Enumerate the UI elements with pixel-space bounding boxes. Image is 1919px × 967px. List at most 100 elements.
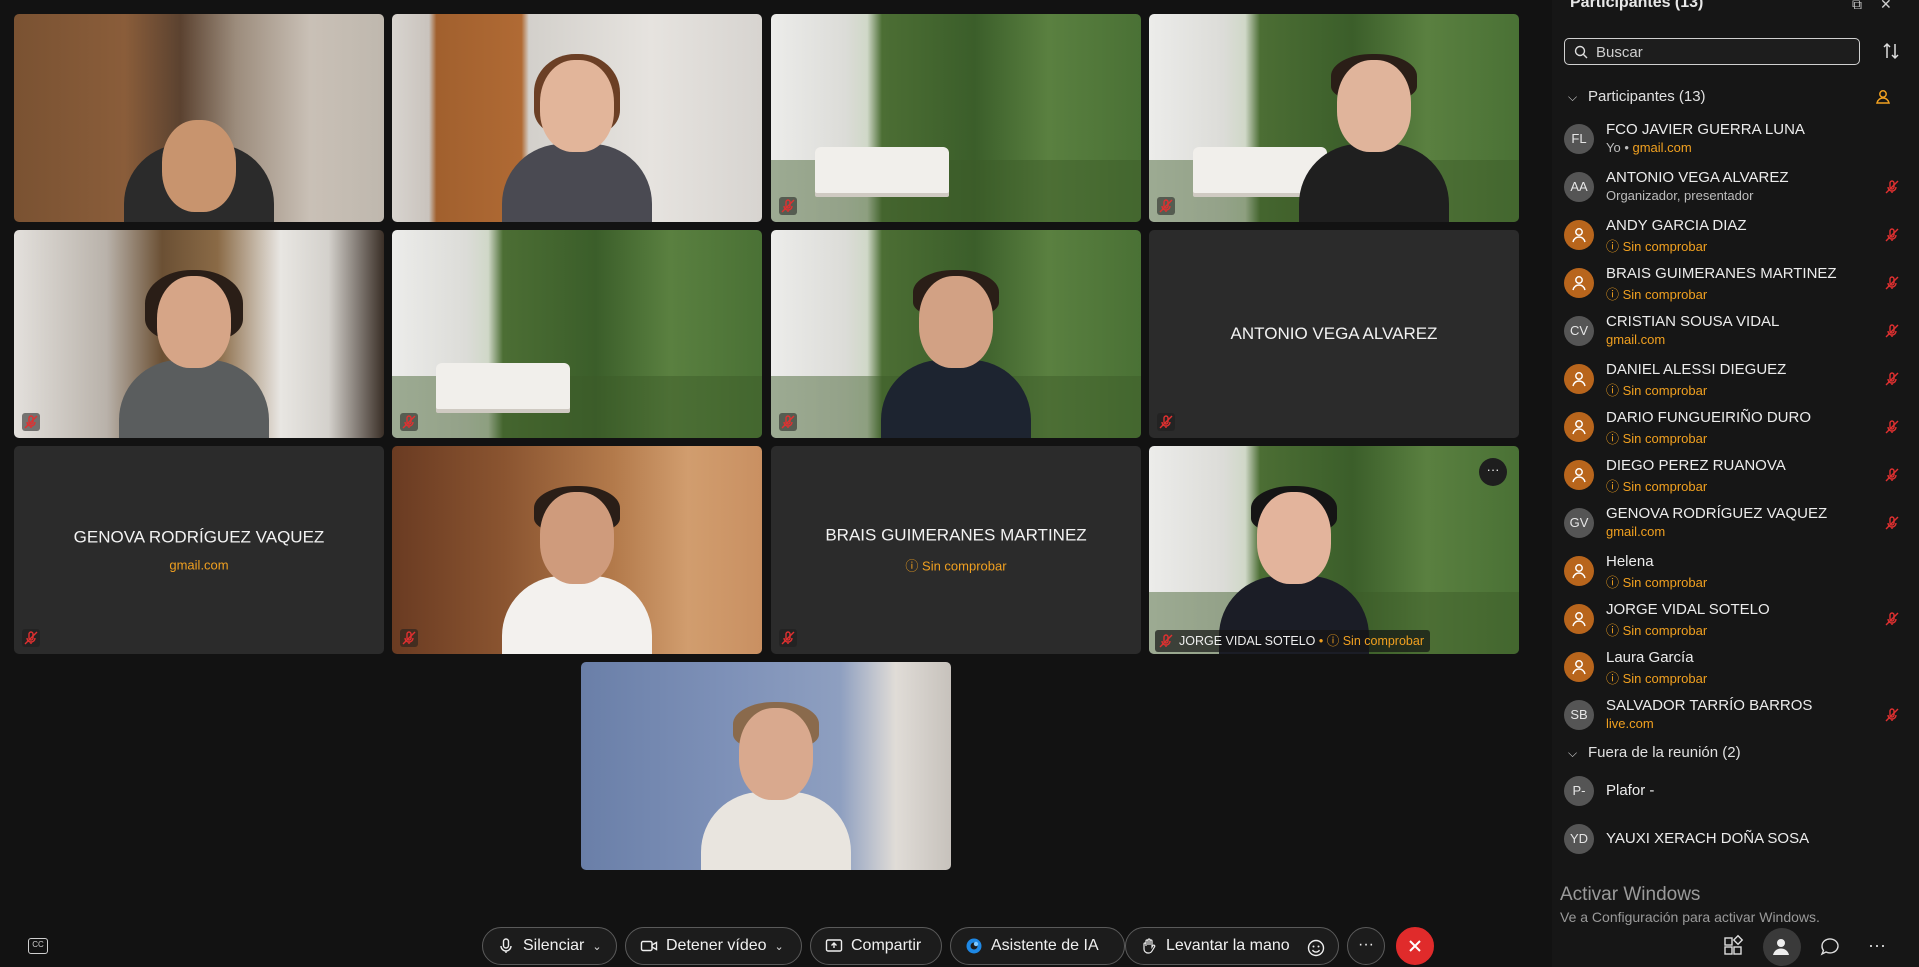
mic-off-icon[interactable] bbox=[1883, 706, 1901, 724]
mute-button[interactable]: Silenciar ⌄ bbox=[482, 927, 617, 965]
participant-name: ANDY GARCIA DIAZ bbox=[1606, 217, 1747, 234]
avatar: GV bbox=[1564, 508, 1594, 538]
mic-off-icon[interactable] bbox=[1883, 322, 1901, 340]
leave-meeting-button[interactable] bbox=[1396, 927, 1434, 965]
mic-off-icon[interactable] bbox=[1883, 466, 1901, 484]
chevron-down-icon[interactable]: ⌄ bbox=[775, 929, 784, 965]
stop-video-button[interactable]: Detener vídeo ⌄ bbox=[625, 927, 802, 965]
mic-off-icon[interactable] bbox=[1883, 274, 1901, 292]
more-panel-options-icon[interactable]: ··· bbox=[1868, 934, 1892, 958]
sort-icon[interactable] bbox=[1880, 40, 1902, 62]
participant-subtitle-text: Sin comprobar bbox=[1622, 239, 1708, 254]
ai-assistant-button[interactable]: Asistente de IA bbox=[950, 927, 1125, 965]
video-tile-11[interactable]: BRAIS GUIMERANES MARTINEZ ⓘ Sin comproba… bbox=[771, 446, 1141, 654]
search-input[interactable] bbox=[1596, 42, 1846, 62]
participant-row[interactable]: AA ANTONIO VEGA ALVAREZ Organizador, pre… bbox=[1562, 166, 1907, 214]
tile-more-options-button[interactable]: ··· bbox=[1479, 458, 1507, 486]
guest-avatar bbox=[1564, 364, 1594, 394]
hand-icon bbox=[1143, 938, 1156, 954]
captions-button[interactable]: CC bbox=[28, 938, 48, 954]
participant-name: CRISTIAN SOUSA VIDAL bbox=[1606, 313, 1780, 330]
mic-off-icon[interactable] bbox=[1883, 418, 1901, 436]
video-tile-1[interactable] bbox=[14, 14, 384, 222]
participant-subtitle-text: Sin comprobar bbox=[1622, 623, 1708, 638]
participant-row[interactable]: BRAIS GUIMERANES MARTINEZ ⓘ Sin comproba… bbox=[1562, 262, 1907, 310]
host-badge-icon[interactable] bbox=[1874, 88, 1892, 106]
search-box[interactable] bbox=[1564, 38, 1860, 65]
participant-row[interactable]: GV GENOVA RODRÍGUEZ VAQUEZ gmail.com bbox=[1562, 502, 1907, 550]
guest-avatar bbox=[1564, 412, 1594, 442]
participant-row[interactable]: CV CRISTIAN SOUSA VIDAL gmail.com bbox=[1562, 310, 1907, 358]
section-outside-label: Fuera de la reunión (2) bbox=[1588, 744, 1741, 761]
mic-off-icon bbox=[779, 629, 797, 647]
participant-subtitle: ⓘ Sin comprobar bbox=[1606, 428, 1707, 447]
participant-video bbox=[701, 702, 851, 870]
section-outside-toggle[interactable]: ⌵ Fuera de la reunión (2) bbox=[1568, 744, 1741, 761]
participant-name-block: GENOVA RODRÍGUEZ VAQUEZ gmail.com bbox=[14, 528, 384, 573]
participant-subtitle-text: Sin comprobar bbox=[1622, 479, 1708, 494]
verification-status-text: Sin comprobar bbox=[922, 558, 1007, 574]
participant-row[interactable]: Laura García ⓘ Sin comprobar bbox=[1562, 646, 1907, 694]
video-tile-3[interactable] bbox=[771, 14, 1141, 222]
participant-video bbox=[881, 270, 1031, 438]
close-icon[interactable]: ✕ bbox=[1880, 0, 1896, 12]
video-tile-13[interactable] bbox=[581, 662, 951, 870]
participant-row[interactable]: DARIO FUNGUEIRIÑO DURO ⓘ Sin comprobar bbox=[1562, 406, 1907, 454]
share-label: Compartir bbox=[851, 937, 922, 954]
guest-user-icon bbox=[1570, 228, 1588, 247]
participant-video bbox=[1299, 54, 1449, 222]
outside-participant-row[interactable]: P- Plafor - bbox=[1562, 770, 1907, 818]
video-tile-4[interactable] bbox=[1149, 14, 1519, 222]
reactions-icon[interactable] bbox=[1306, 936, 1326, 957]
self-indicator: Yo bbox=[1606, 140, 1621, 155]
video-tile-9[interactable]: GENOVA RODRÍGUEZ VAQUEZ gmail.com bbox=[14, 446, 384, 654]
chevron-down-icon[interactable]: ⌄ bbox=[592, 929, 601, 965]
participant-name: SALVADOR TARRÍO BARROS bbox=[1606, 697, 1813, 714]
video-tile-6[interactable] bbox=[392, 230, 762, 438]
chat-icon[interactable] bbox=[1818, 934, 1842, 958]
participant-row[interactable]: DIEGO PEREZ RUANOVA ⓘ Sin comprobar bbox=[1562, 454, 1907, 502]
apps-icon[interactable] bbox=[1722, 934, 1746, 958]
mic-off-icon[interactable] bbox=[1883, 514, 1901, 532]
video-tile-8[interactable]: ANTONIO VEGA ALVAREZ bbox=[1149, 230, 1519, 438]
video-tile-12[interactable]: ··· JORGE VIDAL SOTELO • ⓘ Sin comprobar bbox=[1149, 446, 1519, 654]
participant-subtitle-text: live.com bbox=[1606, 716, 1654, 731]
participant-subtitle-text: Sin comprobar bbox=[1622, 383, 1708, 398]
outside-participant-row[interactable]: YD YAUXI XERACH DOÑA SOSA bbox=[1562, 818, 1907, 866]
participant-row[interactable]: SB SALVADOR TARRÍO BARROS live.com bbox=[1562, 694, 1907, 742]
activate-windows-title: Activar Windows bbox=[1560, 884, 1701, 905]
participant-subtitle-text: gmail.com bbox=[1606, 524, 1666, 539]
close-icon bbox=[1409, 940, 1421, 952]
guest-avatar bbox=[1564, 220, 1594, 250]
video-tile-5[interactable] bbox=[14, 230, 384, 438]
mic-off-icon[interactable] bbox=[1883, 178, 1901, 196]
section-participants-toggle[interactable]: ⌵ Participantes (13) bbox=[1568, 88, 1706, 105]
participant-name: Helena bbox=[1606, 553, 1654, 570]
participant-subtitle-text: gmail.com bbox=[1632, 140, 1692, 155]
mic-off-icon[interactable] bbox=[1883, 370, 1901, 388]
participant-name: JORGE VIDAL SOTELO bbox=[1179, 634, 1316, 648]
share-button[interactable]: Compartir bbox=[810, 927, 942, 965]
participant-name: BRAIS GUIMERANES MARTINEZ bbox=[1606, 265, 1837, 282]
mic-off-icon bbox=[1157, 413, 1175, 431]
participant-row[interactable]: ANDY GARCIA DIAZ ⓘ Sin comprobar bbox=[1562, 214, 1907, 262]
video-tile-7[interactable] bbox=[771, 230, 1141, 438]
participant-row[interactable]: DANIEL ALESSI DIEGUEZ ⓘ Sin comprobar bbox=[1562, 358, 1907, 406]
participant-row[interactable]: Helena ⓘ Sin comprobar bbox=[1562, 550, 1907, 598]
mic-off-icon[interactable] bbox=[1883, 226, 1901, 244]
tile-name-label: JORGE VIDAL SOTELO • ⓘ Sin comprobar bbox=[1155, 630, 1430, 652]
more-options-button[interactable]: ··· bbox=[1347, 927, 1385, 965]
participant-subtitle: ⓘ Sin comprobar bbox=[1606, 572, 1707, 591]
participants-toggle-button[interactable] bbox=[1763, 928, 1801, 966]
mic-off-icon[interactable] bbox=[1883, 610, 1901, 628]
avatar: YD bbox=[1564, 824, 1594, 854]
raise-hand-button[interactable]: Levantar la mano bbox=[1125, 927, 1339, 965]
popout-icon[interactable]: ⧉ bbox=[1852, 0, 1868, 12]
participant-row[interactable]: JORGE VIDAL SOTELO ⓘ Sin comprobar bbox=[1562, 598, 1907, 646]
share-screen-icon bbox=[825, 939, 843, 952]
participant-name: FCO JAVIER GUERRA LUNA bbox=[1606, 121, 1805, 138]
participant-row[interactable]: FL FCO JAVIER GUERRA LUNA Yo • gmail.com bbox=[1562, 118, 1907, 166]
video-tile-10[interactable] bbox=[392, 446, 762, 654]
mic-off-icon bbox=[1157, 197, 1175, 215]
video-tile-2[interactable] bbox=[392, 14, 762, 222]
